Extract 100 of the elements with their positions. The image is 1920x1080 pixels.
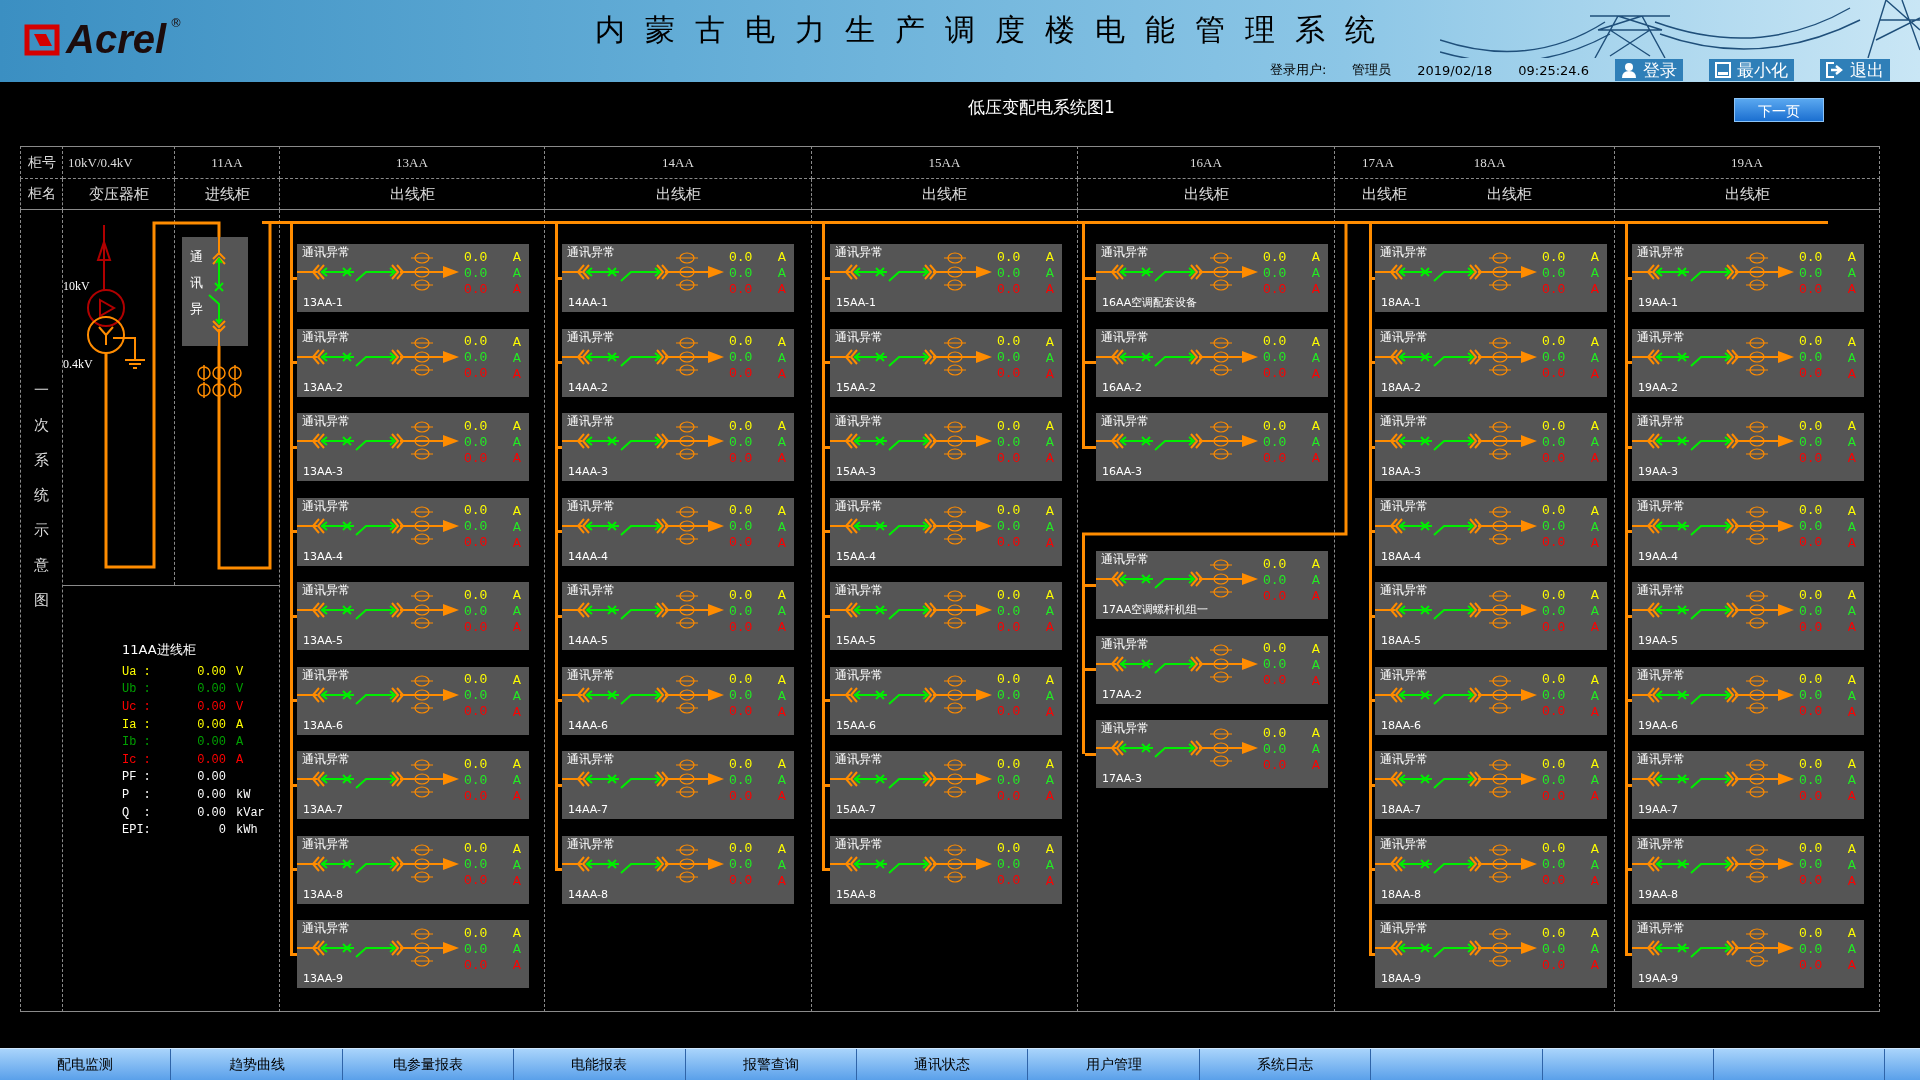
current-value: 0.0	[1541, 957, 1566, 973]
reading-label: EPI:	[122, 823, 152, 838]
unit-label: A	[512, 535, 522, 550]
current-value: 0.0	[1798, 619, 1823, 635]
status-text: 通讯异常	[1101, 552, 1149, 566]
current-value: 0.0	[1262, 265, 1287, 281]
registered-mark: ®	[170, 16, 183, 30]
feeder-name: 13AA-1	[303, 296, 344, 310]
current-value: 0.0	[1262, 334, 1287, 349]
fuse-drawing	[197, 364, 242, 399]
nav-tab[interactable]: 配电监测	[0, 1049, 172, 1080]
unit-label: A	[512, 435, 522, 449]
current-value: 0.0	[1541, 265, 1566, 281]
feeder-name: 15AA-7	[836, 803, 877, 817]
current-value: 0.0	[463, 434, 488, 450]
unit-label: A	[1590, 704, 1600, 719]
reading-label: Ia :	[122, 717, 152, 732]
feeder-name: 18AA-2	[1381, 380, 1422, 395]
cabinet-name: 出线柜	[1183, 184, 1229, 204]
unit-label: A	[1847, 773, 1857, 787]
current-value: 0.0	[463, 603, 488, 619]
unit-label: A	[1590, 451, 1600, 465]
nav-tab[interactable]: 系统日志	[1199, 1049, 1372, 1080]
nav-tab[interactable]: 用户管理	[1028, 1049, 1200, 1080]
status-text: 通讯异常	[567, 667, 615, 682]
feeder-name: 18AA-4	[1381, 549, 1422, 564]
status-text: 通讯异常	[567, 836, 615, 851]
current-value: 0.0	[1798, 281, 1823, 297]
nav-tab[interactable]: 趋势曲线	[171, 1049, 343, 1080]
current-value: 0.0	[728, 873, 753, 888]
feeder-name: 13AA-5	[303, 634, 344, 648]
current-value: 0.0	[1262, 757, 1287, 773]
unit-label: A	[777, 857, 787, 872]
current-value: 0.0	[728, 450, 753, 466]
feeder-name: 15AA-1	[836, 296, 877, 310]
unit-label: A	[1847, 334, 1857, 349]
status-text: 通讯异常	[1101, 329, 1149, 344]
reading-label: PF :	[122, 770, 152, 785]
unit-label: A	[1311, 350, 1321, 365]
unit-label: A	[512, 604, 522, 618]
reading-value: 0.00	[197, 752, 226, 767]
nav-tab[interactable]: 通讯状态	[856, 1049, 1029, 1080]
cabinet-number: 19AA	[1731, 154, 1763, 171]
status-text: 通讯异常	[567, 498, 615, 513]
current-value: 0.0	[728, 619, 753, 635]
status-text: 通讯异常	[1637, 329, 1685, 344]
login-button[interactable]: 登录	[1615, 59, 1683, 81]
exit-button[interactable]: 退出	[1820, 59, 1890, 81]
current-value: 0.0	[1262, 673, 1287, 688]
current-value: 0.0	[1262, 249, 1287, 265]
next-page-button[interactable]: 下一页	[1734, 98, 1824, 122]
current-value: 0.0	[1798, 957, 1823, 973]
nav-tab[interactable]: 电能报表	[514, 1049, 686, 1080]
unit-label: A	[1311, 419, 1321, 433]
user-name: 管理员	[1352, 61, 1392, 79]
unit-label: A	[1847, 419, 1857, 433]
current-value: 0.0	[728, 704, 753, 719]
reading-value: 0.00	[197, 735, 226, 750]
unit-label: A	[1045, 789, 1055, 803]
feeder-name: 17AA空调螺杆机组一	[1102, 603, 1209, 617]
unit-label: A	[512, 704, 522, 719]
current-value: 0.0	[1798, 772, 1823, 788]
status-text: 通讯异常	[1380, 498, 1428, 513]
current-value: 0.0	[1541, 519, 1566, 534]
current-value: 0.0	[1798, 603, 1823, 619]
unit-label: A	[512, 926, 522, 940]
unit-label: A	[1847, 873, 1857, 888]
cabinet-name: 变压器柜	[88, 184, 149, 204]
feeder-name: 18AA-5	[1381, 634, 1422, 648]
unit-label: A	[1045, 334, 1055, 349]
current-value: 0.0	[996, 434, 1021, 450]
feeder-name: 14AA-4	[568, 549, 609, 564]
minimize-button[interactable]: 最小化	[1709, 59, 1794, 81]
current-value: 0.0	[1541, 857, 1566, 872]
nav-tab[interactable]: 报警查询	[685, 1049, 857, 1080]
current-value: 0.0	[996, 756, 1021, 772]
cabinet-name: 出线柜	[655, 184, 701, 204]
current-value: 0.0	[1798, 756, 1823, 772]
unit-label: A	[1847, 266, 1857, 280]
unit-label: A	[1045, 757, 1055, 771]
current-value: 0.0	[1541, 756, 1566, 772]
status-text: 通讯异常	[1380, 836, 1428, 851]
feeder-name: 15AA-3	[836, 465, 877, 479]
current-value: 0.0	[1798, 925, 1823, 941]
current-value: 0.0	[1798, 788, 1823, 804]
minimize-icon	[1715, 62, 1731, 78]
status-text: 通讯异常	[1637, 836, 1685, 851]
feeder-name: 19AA-1	[1638, 296, 1679, 310]
current-value: 0.0	[996, 672, 1021, 687]
unit-label: A	[1590, 620, 1600, 634]
unit-label: A	[777, 672, 787, 687]
status-text: 通讯异常	[1637, 414, 1685, 428]
reading-label: Ib :	[122, 735, 152, 750]
unit-label: A	[1045, 535, 1055, 550]
reading-value: 0.00	[197, 700, 226, 714]
current-value: 0.0	[996, 281, 1021, 297]
feeder-name: 13AA-6	[303, 718, 344, 733]
nav-tab[interactable]: 电参量报表	[342, 1049, 515, 1080]
current-value: 0.0	[996, 519, 1021, 534]
unit-label: A	[1590, 266, 1600, 280]
